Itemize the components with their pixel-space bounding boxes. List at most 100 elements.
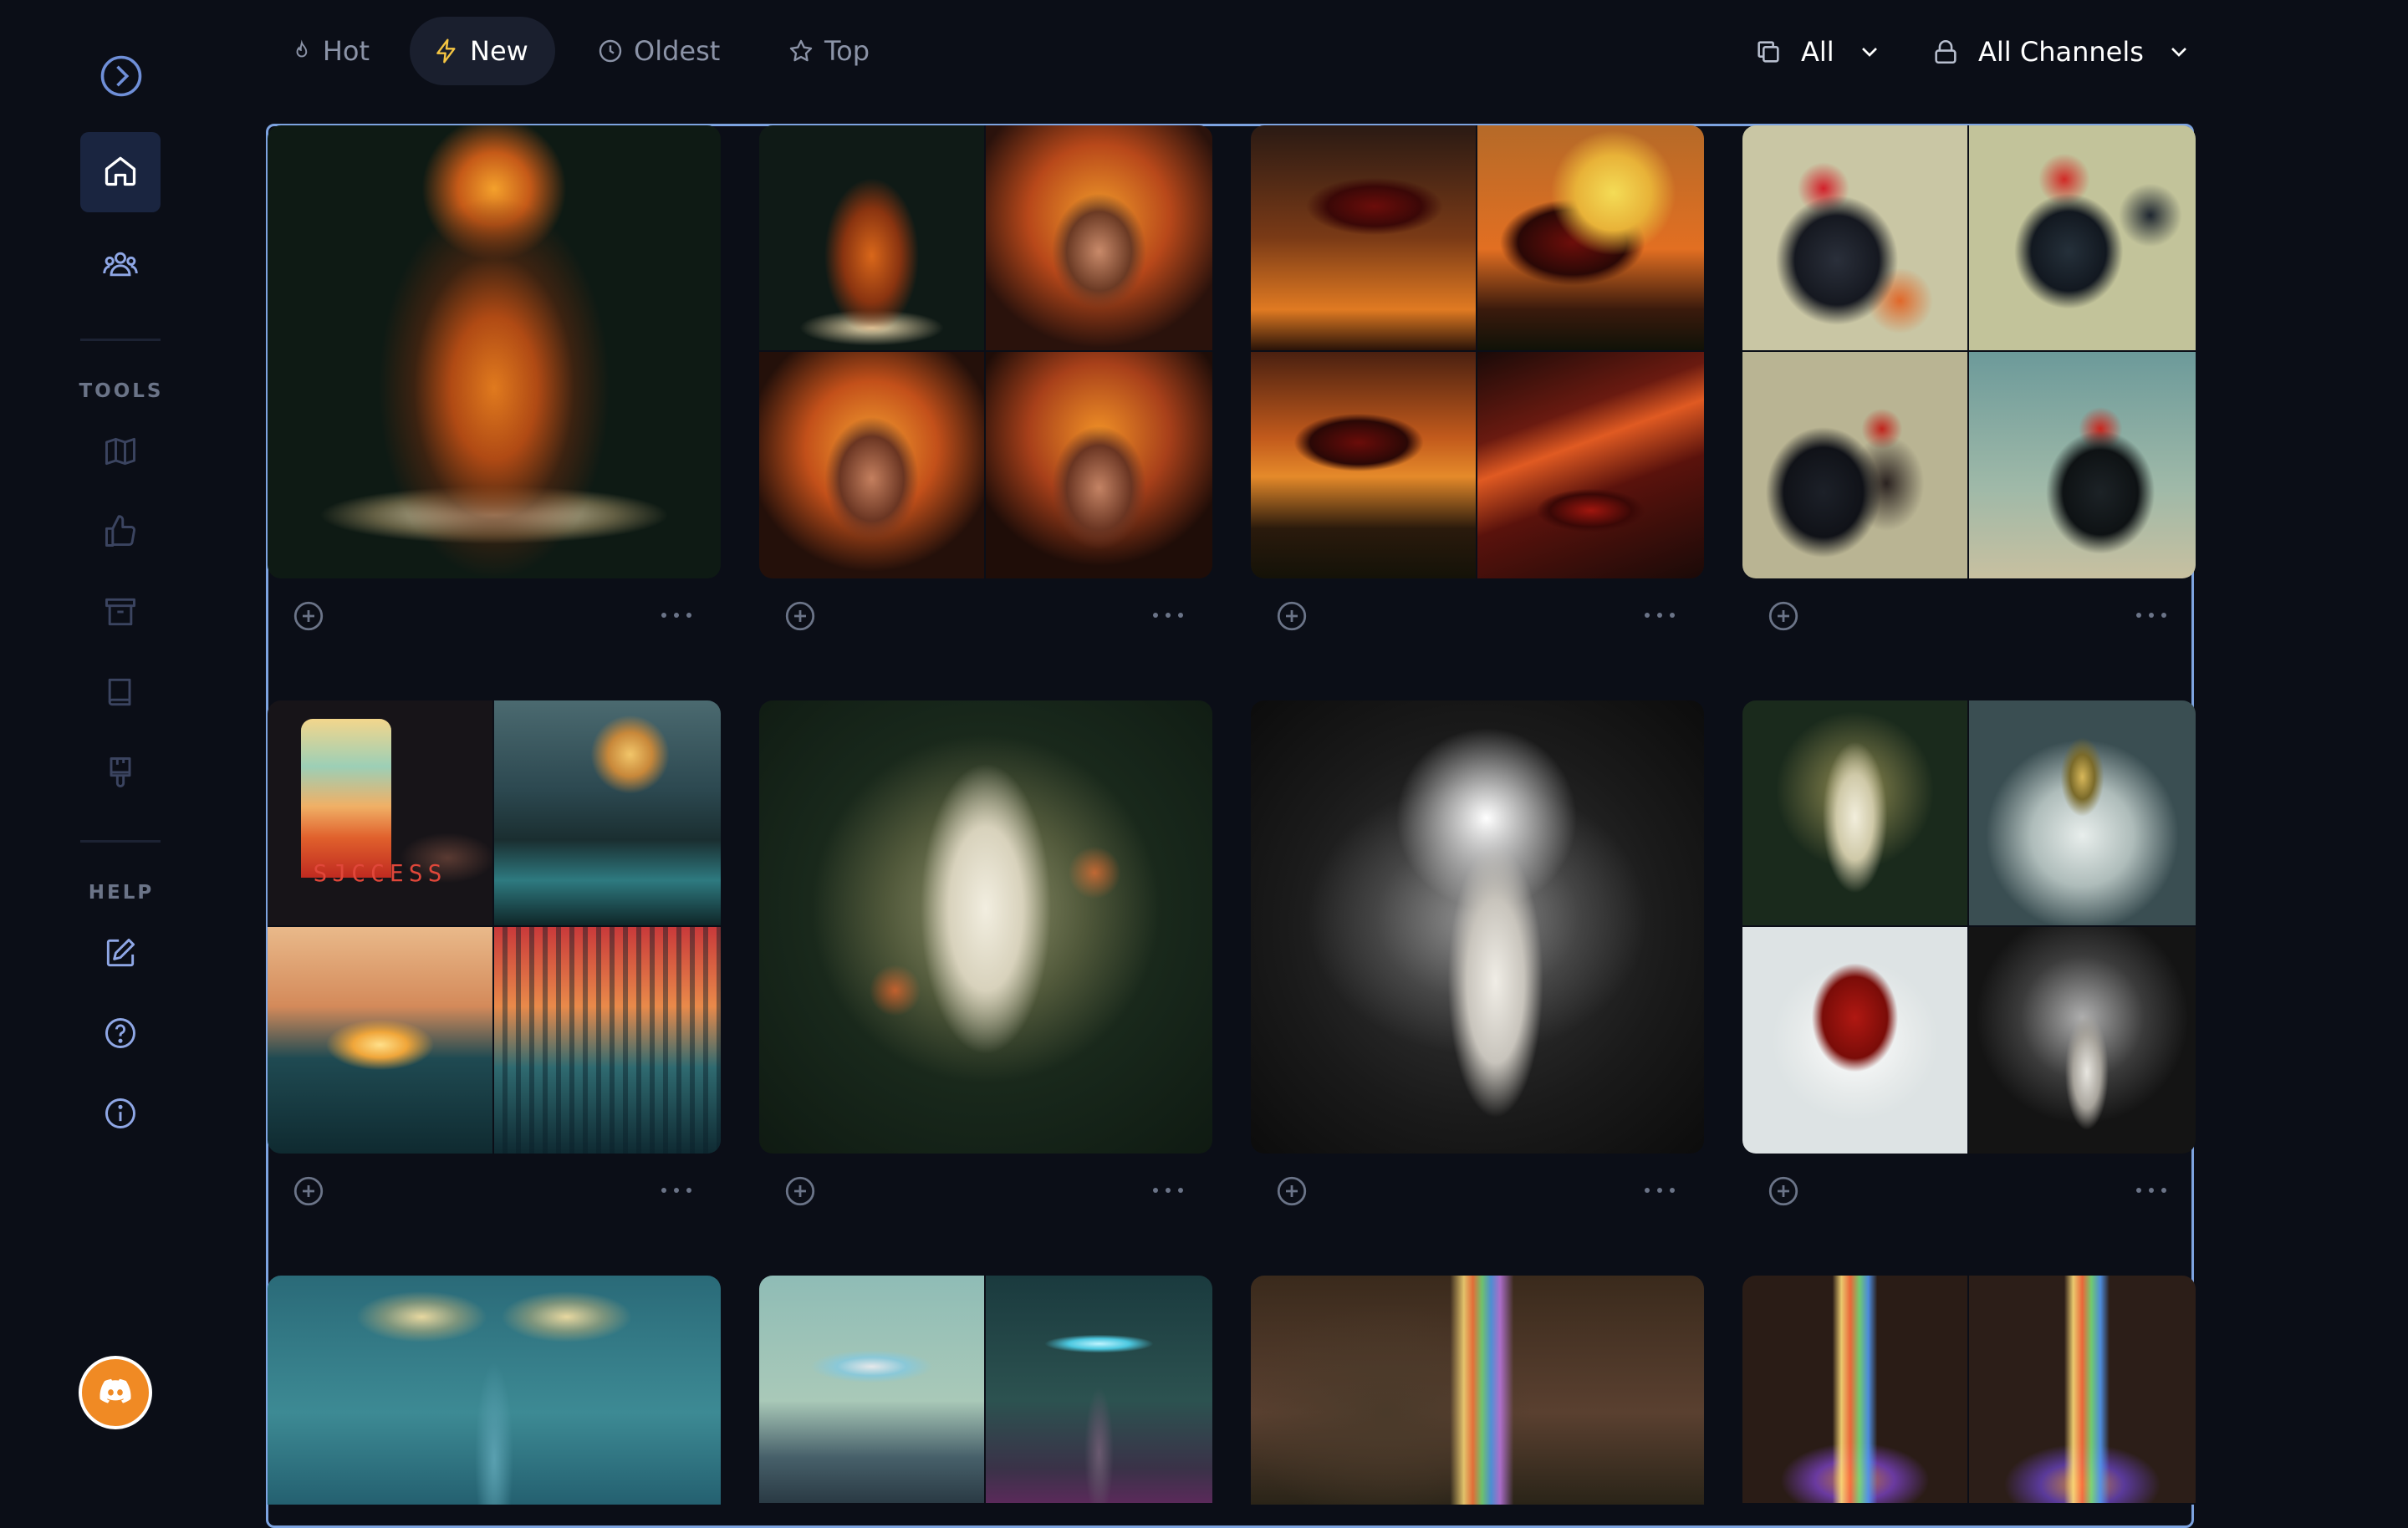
clock-icon [599, 39, 622, 63]
sidebar-item-map[interactable] [80, 413, 161, 493]
sidebar-section-help: HELP [88, 882, 155, 904]
add-icon[interactable] [1766, 598, 1801, 634]
card-actions [1742, 595, 2196, 637]
gallery-card[interactable] [1742, 1276, 2196, 1505]
flame-icon [296, 39, 308, 58]
type-filter-dropdown[interactable]: All [1754, 17, 1883, 87]
sidebar-item-book[interactable] [80, 654, 161, 734]
copy-icon [1758, 41, 1779, 63]
sidebar-divider [80, 339, 161, 341]
gallery-card[interactable] [1742, 700, 2196, 1154]
add-icon[interactable] [1274, 598, 1309, 634]
card-actions [268, 595, 721, 637]
tab-hot[interactable]: Hot [268, 17, 393, 85]
more-icon[interactable] [656, 605, 697, 625]
gallery-image [1251, 352, 1477, 578]
gallery-card[interactable]: SJCCESS [268, 700, 721, 1154]
gallery-image [1477, 352, 1704, 578]
gallery-card[interactable] [268, 125, 721, 578]
gallery-image [1742, 927, 1969, 1154]
discord-icon [97, 1373, 134, 1413]
help-circle-icon [102, 1015, 139, 1055]
gallery-image [1742, 1276, 1969, 1505]
star-icon [789, 39, 813, 62]
home-icon [102, 152, 139, 192]
gallery-card[interactable] [1251, 700, 1704, 1154]
lightning-icon [436, 38, 456, 64]
card-actions [1251, 1170, 1704, 1212]
gallery-image [1251, 700, 1704, 1154]
gallery-card[interactable] [759, 700, 1212, 1154]
sidebar-section-tools: TOOLS [79, 380, 164, 402]
tab-top[interactable]: Top [764, 17, 898, 85]
add-icon[interactable] [783, 1174, 818, 1209]
gallery-card[interactable] [1742, 125, 2196, 578]
add-icon[interactable] [291, 1174, 326, 1209]
add-icon[interactable] [1766, 1174, 1801, 1209]
sidebar-item-community[interactable] [80, 226, 161, 306]
gallery-card[interactable] [759, 1276, 1212, 1505]
gallery-image [986, 352, 1212, 578]
thumbs-up-icon [102, 513, 139, 553]
sidebar-item-style[interactable] [80, 734, 161, 814]
gallery-image [759, 1276, 986, 1505]
sidebar-item-info[interactable] [80, 1075, 161, 1155]
sidebar-item-help[interactable] [80, 995, 161, 1075]
tab-new[interactable]: New [410, 17, 555, 85]
chevron-right-circle-icon[interactable] [99, 53, 144, 99]
tab-label: Hot [322, 35, 370, 67]
card-actions [759, 595, 1212, 637]
gallery-image [986, 125, 1212, 352]
more-icon[interactable] [1639, 1180, 1681, 1200]
sidebar-item-feedback[interactable] [80, 914, 161, 995]
sidebar-item-home[interactable] [80, 132, 161, 212]
gallery-image [759, 352, 986, 578]
channel-filter-dropdown[interactable]: All Channels [1931, 17, 2192, 87]
gallery-image [1477, 125, 1704, 352]
more-icon[interactable] [656, 1180, 697, 1200]
sidebar-item-likes[interactable] [80, 493, 161, 573]
more-icon[interactable] [2130, 605, 2172, 625]
chevron-down-icon [1861, 48, 1877, 57]
gallery-image [268, 1276, 721, 1505]
card-actions [1251, 595, 1704, 637]
gallery-image [494, 927, 721, 1154]
gallery-image [986, 1276, 1212, 1505]
book-icon [102, 674, 139, 714]
map-icon [102, 433, 139, 473]
gallery-card[interactable] [759, 125, 1212, 578]
more-icon[interactable] [1639, 605, 1681, 625]
image-caption: SJCCESS [313, 859, 447, 887]
retro-sun-panel [301, 719, 391, 878]
gallery-image [759, 700, 1212, 1154]
more-icon[interactable] [1147, 1180, 1189, 1200]
sidebar-divider [80, 840, 161, 843]
gallery-image [1969, 927, 2196, 1154]
sidebar-item-archive[interactable] [80, 573, 161, 654]
gallery-image [759, 125, 986, 352]
more-icon[interactable] [1147, 605, 1189, 625]
add-icon[interactable] [1274, 1174, 1309, 1209]
discord-button[interactable] [79, 1356, 152, 1429]
tab-oldest[interactable]: Oldest [574, 17, 758, 85]
gallery-image [1251, 125, 1477, 352]
gallery-image [1969, 352, 2196, 578]
gallery-image [494, 700, 721, 927]
gallery-card[interactable] [268, 1276, 721, 1505]
gallery-image [1969, 700, 2196, 927]
gallery-image [268, 125, 721, 578]
more-icon[interactable] [2130, 1180, 2172, 1200]
gallery-image [1969, 1276, 2196, 1505]
gallery-card[interactable] [1251, 125, 1704, 578]
gallery-image [1742, 700, 1969, 927]
gallery-image [1251, 1276, 1704, 1505]
add-icon[interactable] [783, 598, 818, 634]
edit-icon [102, 935, 139, 975]
gallery-card[interactable] [1251, 1276, 1704, 1505]
add-icon[interactable] [291, 598, 326, 634]
gallery-image [268, 927, 494, 1154]
tab-label: Oldest [634, 35, 721, 67]
type-filter-label: All [1801, 36, 1834, 68]
gallery-image [1742, 125, 1969, 352]
channel-filter-label: All Channels [1978, 36, 2144, 68]
